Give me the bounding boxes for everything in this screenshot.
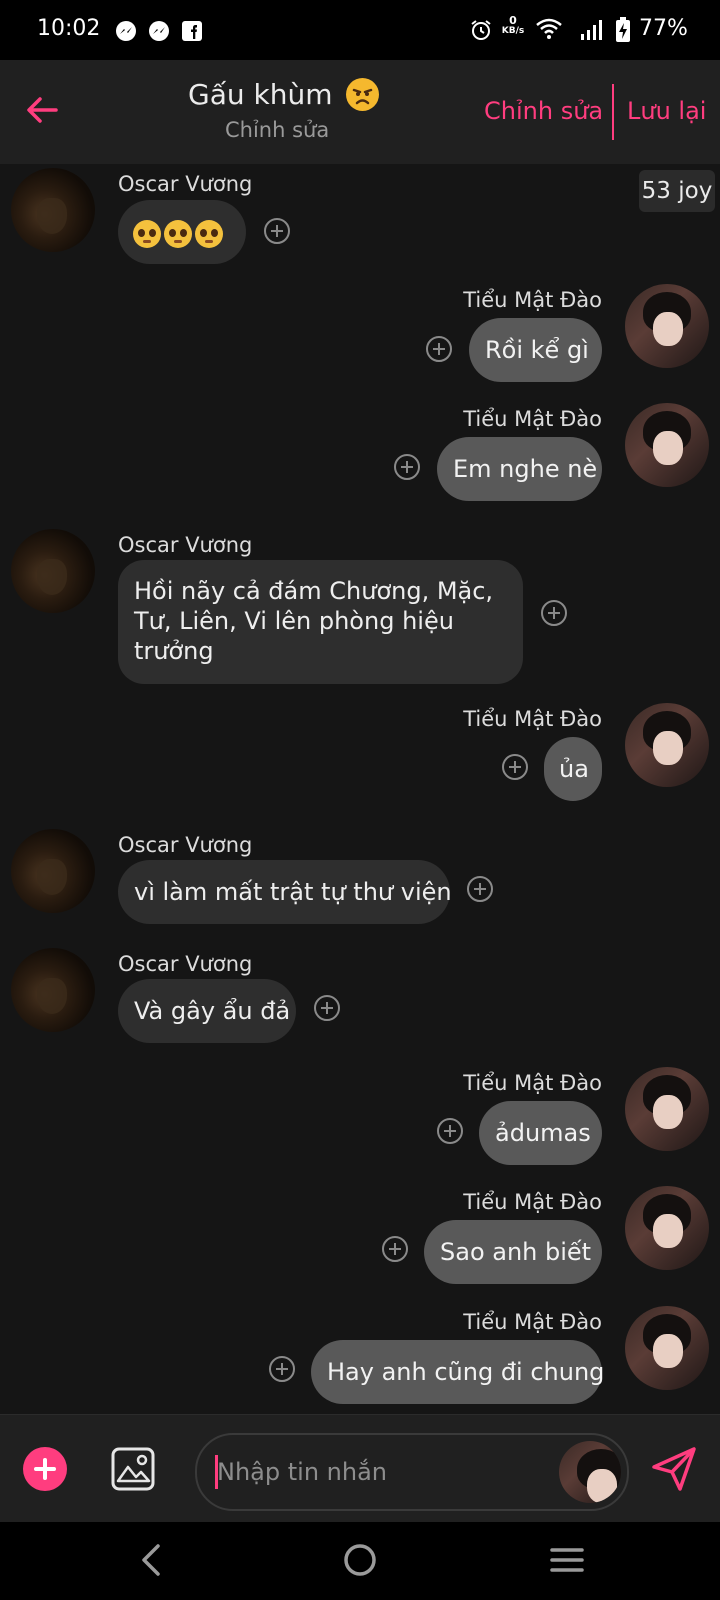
add-reaction-icon[interactable] — [269, 1356, 295, 1382]
message-text: Hay anh cũng đi chung — [327, 1358, 605, 1386]
avatar[interactable] — [11, 168, 95, 252]
messenger-icon — [149, 21, 169, 41]
system-nav-bar — [0, 1522, 720, 1600]
message-bubble[interactable]: vì làm mất trật tự thư viện — [118, 860, 452, 924]
sender-name: Oscar Vương — [118, 952, 253, 976]
avatar[interactable] — [625, 703, 709, 787]
message-bubble[interactable]: Và gây ẩu đả — [118, 979, 296, 1043]
message-text-line: trưởng — [134, 637, 214, 665]
nav-recents-icon[interactable] — [550, 1546, 584, 1574]
reaction-count-badge[interactable]: 53 joy — [639, 170, 715, 212]
message-composer — [0, 1414, 720, 1523]
message-text: Em nghe nè — [453, 455, 598, 483]
message-text: vì làm mất trật tự thư viện — [134, 878, 452, 906]
avatar[interactable] — [559, 1441, 621, 1503]
add-reaction-icon[interactable] — [502, 754, 528, 780]
chat-title-wrap: Gấu khùm — [188, 78, 379, 111]
add-icon[interactable] — [23, 1447, 67, 1491]
avatar[interactable] — [11, 829, 95, 913]
pleading-emoji-row — [133, 218, 226, 248]
message-text-line: Hồi nãy cả đám Chương, Mặc, — [134, 577, 494, 605]
sender-name: Oscar Vương — [118, 833, 253, 857]
messenger-icon — [116, 21, 136, 41]
message-bubble[interactable]: ủa — [544, 737, 602, 801]
message-input[interactable] — [215, 1453, 549, 1491]
pleading-face-icon — [133, 220, 161, 248]
add-reaction-icon[interactable] — [426, 336, 452, 362]
add-reaction-icon[interactable] — [264, 218, 290, 244]
nav-home-icon[interactable] — [343, 1543, 377, 1577]
save-button[interactable]: Lưu lại — [627, 97, 706, 125]
sender-name: Tiểu Mật Đào — [463, 288, 602, 312]
wifi-icon — [536, 18, 562, 39]
message-text: ảdumas — [495, 1119, 591, 1147]
add-reaction-icon[interactable] — [541, 600, 567, 626]
net-speed: 0 KB/s — [501, 14, 525, 36]
message-bubble[interactable]: Em nghe nè — [437, 437, 602, 501]
avatar[interactable] — [625, 1306, 709, 1390]
status-time: 10:02 — [37, 16, 101, 41]
add-reaction-icon[interactable] — [467, 876, 493, 902]
signal-icon — [581, 20, 602, 40]
message-bubble[interactable]: Rồi kể gì — [469, 318, 602, 382]
message-bubble[interactable]: Hồi nãy cả đám Chương, Mặc, Tư, Liên, Vi… — [118, 560, 523, 684]
sender-name: Oscar Vương — [118, 533, 253, 557]
edit-button[interactable]: Chỉnh sửa — [484, 97, 603, 125]
chat-subtitle[interactable]: Chỉnh sửa — [225, 118, 329, 142]
sender-name: Tiểu Mật Đào — [463, 1310, 602, 1334]
message-text: Và gây ẩu đả — [134, 997, 291, 1025]
pleading-face-icon — [164, 220, 192, 248]
message-text: Sao anh biết — [440, 1238, 592, 1266]
chat-title: Gấu khùm — [188, 78, 333, 111]
status-bar: 10:02 0 KB/s 77% — [0, 0, 720, 60]
sender-name: Oscar Vương — [118, 172, 253, 196]
send-icon[interactable] — [650, 1445, 698, 1493]
avatar[interactable] — [11, 529, 95, 613]
image-icon[interactable] — [111, 1447, 155, 1491]
add-reaction-icon[interactable] — [437, 1118, 463, 1144]
add-reaction-icon[interactable] — [394, 454, 420, 480]
alarm-icon — [471, 20, 491, 40]
avatar[interactable] — [625, 284, 709, 368]
message-bubble[interactable]: ảdumas — [479, 1101, 602, 1165]
sender-name: Tiểu Mật Đào — [463, 707, 602, 731]
message-text: ủa — [559, 755, 589, 783]
facebook-icon — [182, 21, 202, 41]
battery-icon — [616, 17, 630, 42]
avatar[interactable] — [625, 1186, 709, 1270]
chat-messages[interactable]: 53 joy Oscar Vương Tiểu Mật Đào Rồi kể g… — [0, 164, 720, 1414]
message-input-box[interactable] — [195, 1433, 629, 1511]
pleading-face-icon — [195, 220, 223, 248]
message-bubble[interactable]: Hay anh cũng đi chung — [311, 1340, 605, 1404]
header-divider — [612, 84, 614, 140]
angry-face-icon — [345, 78, 379, 111]
nav-back-icon[interactable] — [138, 1542, 164, 1578]
avatar[interactable] — [625, 403, 709, 487]
sender-name: Tiểu Mật Đào — [463, 1190, 602, 1214]
message-text-line: Tư, Liên, Vi lên phòng hiệu — [134, 607, 454, 635]
message-text: Rồi kể gì — [485, 336, 589, 364]
message-bubble[interactable] — [118, 200, 246, 264]
avatar[interactable] — [625, 1067, 709, 1151]
avatar[interactable] — [11, 948, 95, 1032]
sender-name: Tiểu Mật Đào — [463, 407, 602, 431]
sender-name: Tiểu Mật Đào — [463, 1071, 602, 1095]
chat-header: Gấu khùm Chỉnh sửa Chỉnh sửa Lưu lại — [0, 60, 720, 164]
back-arrow-icon[interactable] — [24, 92, 60, 128]
add-reaction-icon[interactable] — [382, 1236, 408, 1262]
message-bubble[interactable]: Sao anh biết — [424, 1220, 602, 1284]
battery-percent: 77% — [639, 16, 688, 41]
add-reaction-icon[interactable] — [314, 995, 340, 1021]
